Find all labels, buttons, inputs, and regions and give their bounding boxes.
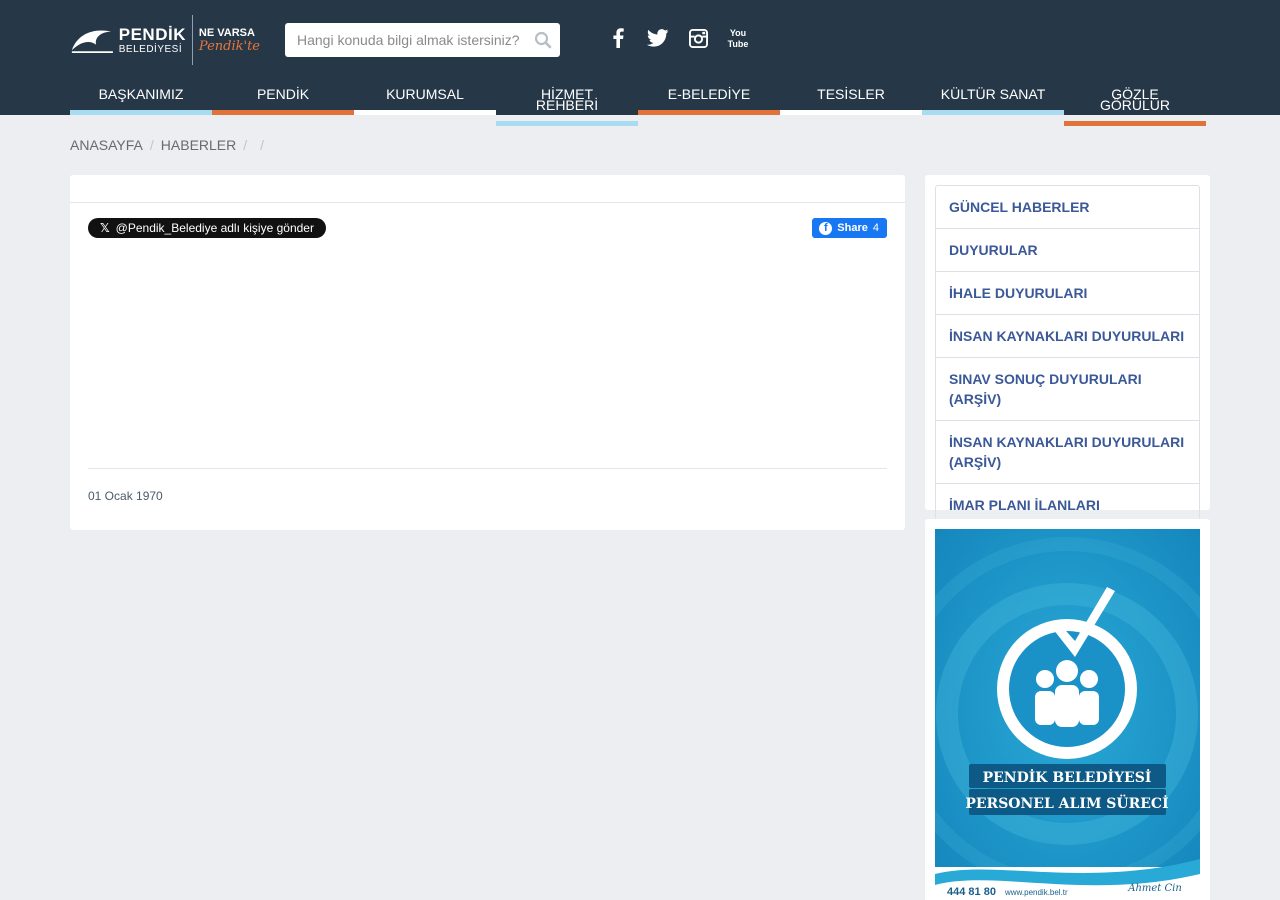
breadcrumb-separator: / <box>149 137 154 153</box>
nav-underline <box>1064 121 1206 126</box>
banner-line1: PENDİK BELEDİYESİ <box>983 767 1152 786</box>
sidebar-menu: GÜNCEL HABERLER DUYURULAR İHALE DUYURULA… <box>935 185 1200 527</box>
slogan-script: Pendik'te <box>198 38 260 54</box>
nav-label: HİZMET REHBERİ <box>535 86 599 113</box>
facebook-icon[interactable] <box>610 26 626 50</box>
nav-label: TESİSLER <box>817 86 885 102</box>
nav-item-e-belediye[interactable]: E-BELEDİYE <box>638 80 780 115</box>
site-logo[interactable]: PENDİK BELEDİYESİ NE VARSA Pendik'te <box>70 14 260 66</box>
nav-label: KURUMSAL <box>386 86 464 102</box>
nav-label: E-BELEDİYE <box>667 86 751 102</box>
tweet-label: @Pendik_Belediye adlı kişiye gönder <box>115 221 314 235</box>
facebook-share-icon: f <box>819 221 833 235</box>
sidebar-item-insan-kaynaklari[interactable]: İNSAN KAYNAKLARI DUYURULARI <box>936 314 1199 357</box>
sidebar-item-insan-kaynaklari-arsiv[interactable]: İNSAN KAYNAKLARI DUYURULARI (ARŞİV) <box>936 420 1199 483</box>
facebook-share-button[interactable]: f Share 4 <box>812 218 887 238</box>
nav-item-kultur-sanat[interactable]: KÜLTÜR SANAT <box>922 80 1064 115</box>
nav-underline <box>70 110 212 115</box>
search-box <box>285 23 560 57</box>
svg-text:Tube: Tube <box>728 39 749 49</box>
slogan-top: NE VARSA <box>198 26 255 39</box>
personel-alim-banner[interactable]: PENDİK BELEDİYESİ PERSONEL ALIM SÜRECİ 4… <box>935 529 1200 900</box>
banner-line2: PERSONEL ALIM SÜRECİ <box>965 793 1168 812</box>
banner-illustration: PENDİK BELEDİYESİ PERSONEL ALIM SÜRECİ 4… <box>935 529 1200 900</box>
nav-item-pendik[interactable]: PENDİK <box>212 80 354 115</box>
breadcrumb-separator: / <box>243 137 248 153</box>
nav-item-kurumsal[interactable]: KURUMSAL <box>354 80 496 115</box>
sidebar-item-duyurular[interactable]: DUYURULAR <box>936 228 1199 271</box>
nav-underline <box>496 121 638 126</box>
banner-card: PENDİK BELEDİYESİ PERSONEL ALIM SÜRECİ 4… <box>925 519 1210 900</box>
article-date: 01 Ocak 1970 <box>88 489 163 503</box>
breadcrumb-separator: / <box>260 137 265 153</box>
logo-name: PENDİK <box>118 24 186 44</box>
tweet-button[interactable]: 𝕏 @Pendik_Belediye adlı kişiye gönder <box>88 218 326 238</box>
breadcrumb-section[interactable]: HABERLER <box>161 137 236 153</box>
nav-label: KÜLTÜR SANAT <box>940 86 1046 102</box>
nav-label: GÖZLE GÖRÜLÜR <box>1099 86 1170 113</box>
svg-text:You: You <box>730 28 746 38</box>
nav-item-baskanimiz[interactable]: BAŞKANIMIZ <box>70 80 212 115</box>
nav-underline <box>212 110 354 115</box>
nav-item-hizmet-rehberi[interactable]: HİZMET REHBERİ <box>496 80 638 126</box>
article-card: 𝕏 @Pendik_Belediye adlı kişiye gönder f … <box>70 175 905 530</box>
nav-label: PENDİK <box>256 86 310 102</box>
nav-underline <box>354 110 496 115</box>
nav-underline <box>638 110 780 115</box>
wave-logo-icon <box>71 30 113 54</box>
twitter-icon[interactable] <box>646 26 670 50</box>
search-input[interactable] <box>285 23 525 57</box>
nav-underline <box>922 110 1064 115</box>
logo-divider <box>191 15 193 65</box>
share-count: 4 <box>872 222 879 234</box>
nav-item-gozle-gorulur[interactable]: GÖZLE GÖRÜLÜR <box>1064 80 1206 126</box>
banner-url: www.pendik.bel.tr <box>1004 888 1068 897</box>
logo-sub: BELEDİYESİ <box>118 43 183 55</box>
search-icon[interactable] <box>534 31 552 49</box>
nav-label: BAŞKANIMIZ <box>98 86 184 102</box>
breadcrumb: ANASAYFA / HABERLER / / <box>70 137 271 153</box>
sidebar-item-sinav-sonuc-arsiv[interactable]: SINAV SONUÇ DUYURULARI (ARŞİV) <box>936 357 1199 420</box>
youtube-icon[interactable]: You Tube <box>726 26 750 50</box>
nav-item-tesisler[interactable]: TESİSLER <box>780 80 922 115</box>
main-nav: BAŞKANIMIZ PENDİK KURUMSAL HİZMET REHBER… <box>70 80 1207 126</box>
nav-underline <box>780 110 922 115</box>
article-title-divider <box>70 202 905 203</box>
sidebar-item-ihale-duyurulari[interactable]: İHALE DUYURULARI <box>936 271 1199 314</box>
x-logo-icon: 𝕏 <box>100 221 110 235</box>
banner-mayor: Ahmet Cin <box>1127 883 1182 894</box>
breadcrumb-home[interactable]: ANASAYFA <box>70 137 143 153</box>
instagram-icon[interactable] <box>688 26 708 50</box>
banner-phone: 444 81 80 <box>947 886 996 898</box>
article-divider <box>88 468 887 469</box>
sidebar-item-guncel-haberler[interactable]: GÜNCEL HABERLER <box>936 186 1199 228</box>
share-label: Share <box>837 222 868 234</box>
sidebar-card: GÜNCEL HABERLER DUYURULAR İHALE DUYURULA… <box>925 175 1210 527</box>
